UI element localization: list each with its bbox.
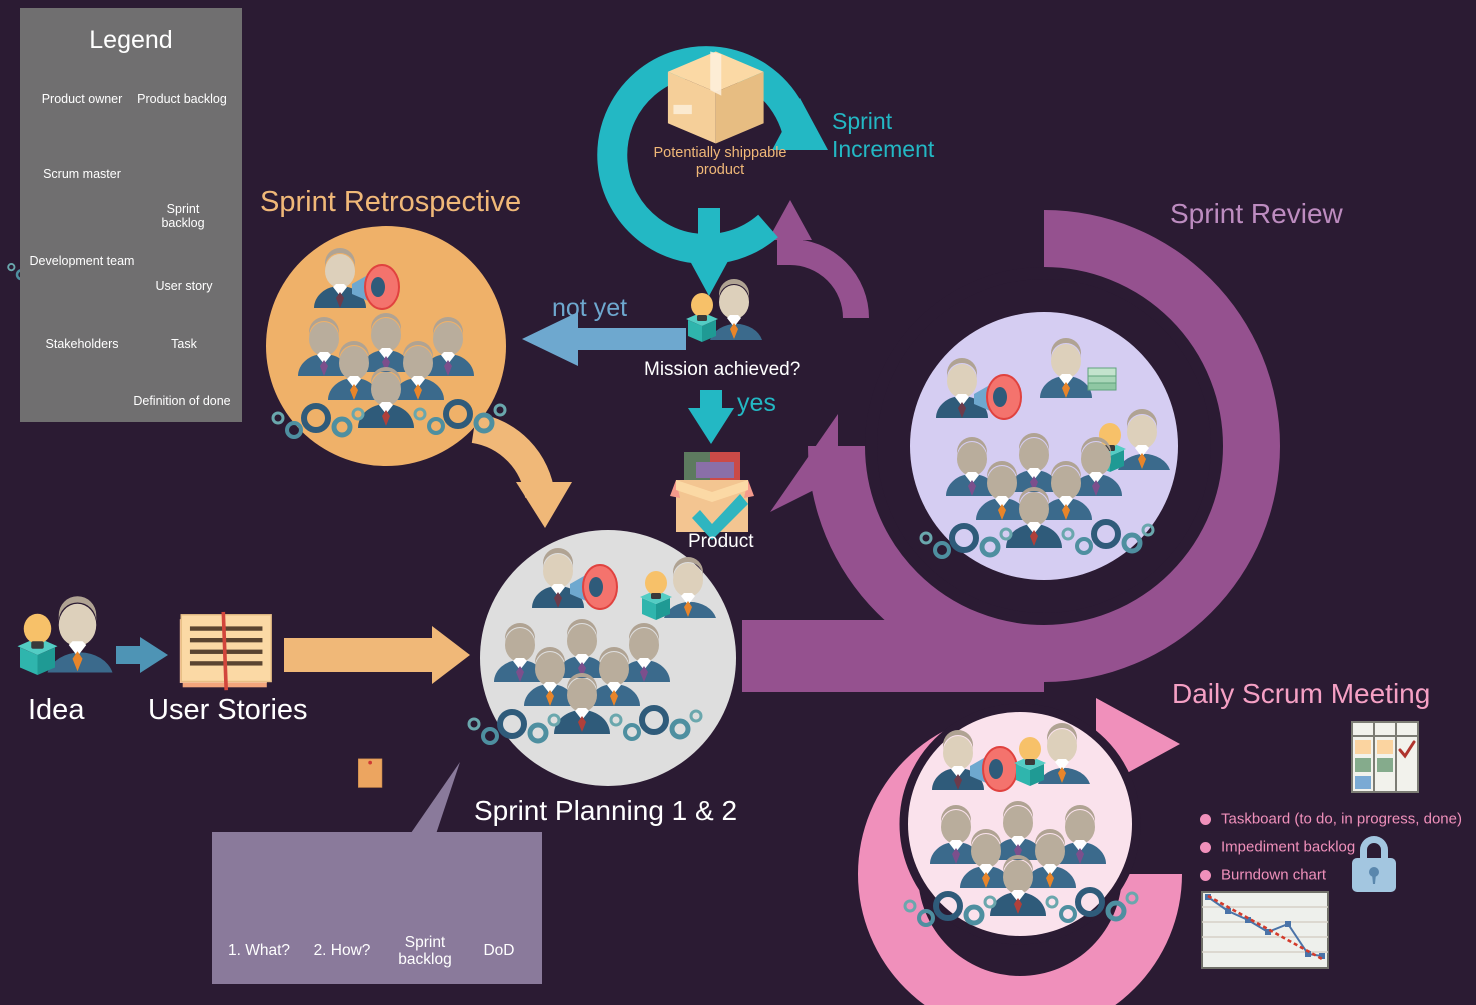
- bullet-dot-icon: [1200, 813, 1211, 825]
- legend-label: Scrum master: [43, 167, 121, 181]
- sprint-retrospective-title: Sprint Retrospective: [260, 186, 522, 218]
- scrum-process-diagram: Legend Product owner Product backlog Scr…: [0, 0, 1476, 1005]
- burndown-chart-icon: [1201, 891, 1329, 969]
- sprint-increment-title-line1: Sprint: [832, 108, 893, 134]
- sprint-increment-title: Sprint Increment: [832, 107, 934, 163]
- daily-artifact-icons: [1350, 720, 1420, 892]
- planning-step-label-line2: backlog: [398, 951, 452, 968]
- sprint-increment-title-line2: Increment: [832, 136, 935, 162]
- legend-label: Product backlog: [137, 92, 227, 106]
- planning-step-dod: DoD: [468, 942, 530, 959]
- legend-item-sprint-backlog: Sprint backlog: [144, 202, 222, 230]
- daily-artifact-label: Burndown chart: [1221, 866, 1327, 884]
- legend-label: Definition of done: [133, 394, 231, 408]
- legend-item-user-story: User story: [144, 279, 224, 293]
- sprint-planning-detail-panel: 1. What? 2. How? Sprint backlog DoD: [212, 832, 542, 984]
- daily-scrum-title: Daily Scrum Meeting: [1172, 678, 1431, 709]
- planning-step-how: 2. How?: [302, 942, 382, 959]
- legend-item-task: Task: [150, 337, 218, 351]
- daily-artifact-impediment-backlog: Impediment backlog: [1200, 838, 1355, 856]
- legend-label: Development team: [29, 254, 135, 268]
- potentially-shippable-product-icon: [667, 51, 764, 144]
- legend-panel: Legend Product owner Product backlog Scr…: [20, 8, 242, 422]
- user-stories-icon: [177, 610, 273, 693]
- sprint-review-title: Sprint Review: [1170, 198, 1343, 229]
- planning-step-sprint-backlog: Sprint backlog: [387, 934, 463, 968]
- planning-step-label: DoD: [483, 942, 515, 959]
- idea-label: Idea: [28, 694, 85, 726]
- planning-step-label: 2. How?: [313, 942, 371, 959]
- daily-artifact-label: Taskboard (to do, in progress, done): [1221, 810, 1462, 828]
- product-label: Product: [688, 531, 754, 552]
- planning-step-label-line1: Sprint: [404, 934, 446, 951]
- legend-item-stakeholders: Stakeholders: [34, 337, 130, 351]
- legend-item-development-team: Development team: [22, 254, 142, 268]
- potentially-shippable-product-label: Potentially shippable product: [640, 145, 800, 179]
- yes-label: yes: [737, 389, 776, 417]
- legend-label: Product owner: [41, 92, 123, 106]
- user-stories-label: User Stories: [148, 694, 308, 726]
- daily-artifact-label: Impediment backlog: [1221, 838, 1356, 856]
- planning-step-label: 1. What?: [227, 942, 291, 959]
- not-yet-label: not yet: [552, 294, 628, 322]
- mission-achieved-label: Mission achieved?: [644, 359, 801, 380]
- legend-label: Sprint backlog: [161, 202, 205, 230]
- product-icon: [670, 452, 754, 540]
- daily-artifact-taskboard: Taskboard (to do, in progress, done): [1200, 810, 1462, 828]
- legend-item-product-owner: Product owner: [34, 92, 130, 106]
- shippable-line2: product: [695, 162, 745, 178]
- legend-label: User story: [155, 279, 213, 293]
- shippable-line1: Potentially shippable: [653, 145, 787, 161]
- legend-label: Task: [171, 337, 197, 351]
- planning-step-what: 1. What?: [218, 942, 300, 959]
- bullet-dot-icon: [1200, 869, 1211, 881]
- sprint-planning-title: Sprint Planning 1 & 2: [474, 795, 738, 826]
- daily-artifact-burndown-chart: Burndown chart: [1200, 866, 1326, 884]
- legend-item-scrum-master: Scrum master: [34, 167, 130, 181]
- legend-item-product-backlog: Product backlog: [126, 92, 238, 106]
- legend-label: Stakeholders: [45, 337, 119, 351]
- legend-item-definition-of-done: Definition of done: [118, 394, 246, 408]
- legend-title: Legend: [89, 26, 173, 54]
- bullet-dot-icon: [1200, 841, 1211, 853]
